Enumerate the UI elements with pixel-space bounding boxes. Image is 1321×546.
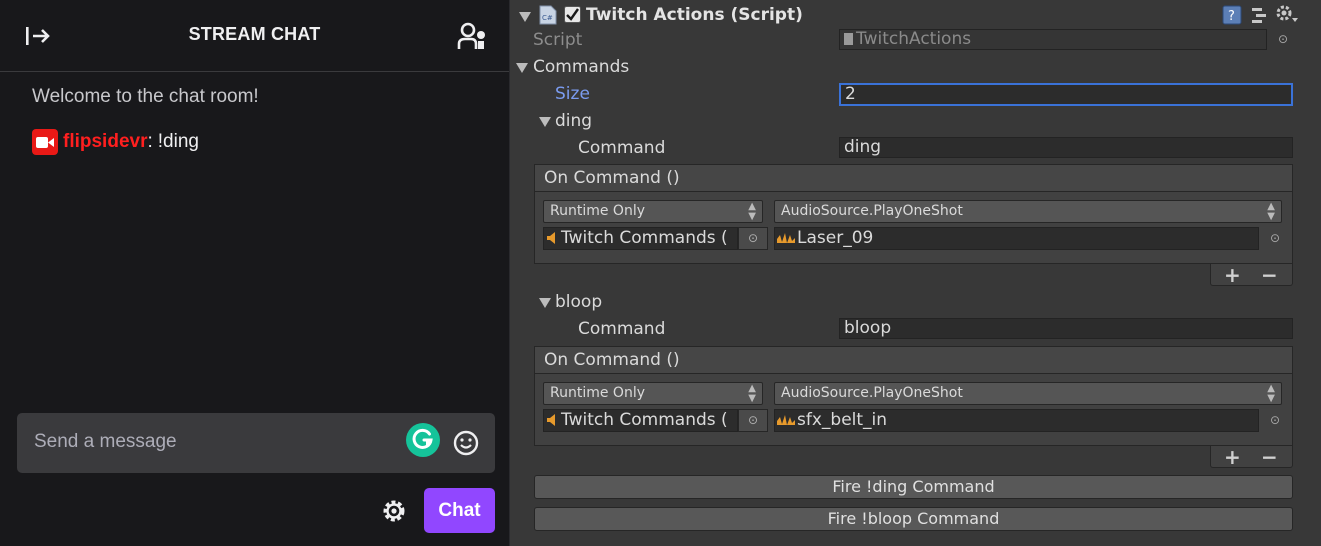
script-field-value: TwitchActions [856,29,972,49]
event-add-remove: + − [1210,263,1293,287]
stream-chat-panel: STREAM CHAT Welcome to the chat room! fl… [0,0,510,546]
chat-title: STREAM CHAT [188,24,321,44]
foldout-component-icon[interactable] [519,12,531,22]
welcome-message: Welcome to the chat room! [32,86,259,107]
runtime-dropdown[interactable]: Runtime Only ▲ ▼ [543,200,763,223]
on-command-event-header: On Command () [534,346,1293,374]
csharp-script-icon: C# [539,5,557,25]
dropdown-arrows-icon: ▲ ▼ [748,383,756,404]
chat-message-text: !ding [157,131,199,152]
unity-inspector: C# Twitch Actions (Script) ? Script Twit… [510,0,1321,546]
argument-object-value: Laser_09 [797,228,874,248]
add-listener-button[interactable]: + [1224,263,1241,287]
runtime-dropdown[interactable]: Runtime Only ▲ ▼ [543,382,763,405]
chat-input[interactable] [34,431,394,453]
command-label: Command [578,138,666,158]
target-object-value: Twitch Commands ( [561,410,728,430]
function-dropdown-value: AudioSource.PlayOneShot [781,385,963,401]
script-file-icon [844,33,853,45]
settings-icon[interactable] [380,497,408,525]
argument-object-picker[interactable]: ⊙ [1270,231,1280,245]
audioclip-icon [777,232,795,243]
script-object-picker[interactable]: ⊙ [1278,32,1288,46]
command-input-ding[interactable]: ding [839,137,1293,158]
on-command-event-body: Runtime Only ▲ ▼ AudioSource.PlayOneShot … [534,374,1293,446]
chat-input-box[interactable] [17,413,495,473]
svg-text:?: ? [1228,9,1235,24]
commands-label[interactable]: Commands [533,57,629,77]
dropdown-arrows-icon: ▲ ▼ [1267,201,1275,222]
argument-object-field[interactable]: sfx_belt_in [774,409,1259,432]
target-object-field[interactable]: Twitch Commands ( [543,409,738,432]
element-bloop-label[interactable]: bloop [555,292,602,312]
foldout-commands-icon[interactable] [516,63,528,73]
command-label: Command [578,319,666,339]
size-label: Size [555,84,590,104]
function-dropdown[interactable]: AudioSource.PlayOneShot ▲ ▼ [774,382,1282,405]
script-label: Script [533,30,583,50]
dropdown-arrows-icon: ▲ ▼ [1267,383,1275,404]
chat-separator: : [147,131,153,152]
foldout-ding-icon[interactable] [539,117,551,127]
chat-header: STREAM CHAT [0,0,509,72]
foldout-bloop-icon[interactable] [539,298,551,308]
preset-icon[interactable] [1250,5,1268,25]
fire-bloop-button[interactable]: Fire !bloop Command [534,507,1293,531]
remove-listener-button[interactable]: − [1261,445,1278,469]
chat-message: flipsidevr : !ding [32,129,199,155]
command-input-bloop[interactable]: bloop [839,318,1293,339]
fire-ding-button[interactable]: Fire !ding Command [534,475,1293,499]
size-input[interactable]: 2 [839,83,1293,106]
runtime-dropdown-value: Runtime Only [550,385,645,401]
grammarly-icon[interactable] [406,423,440,457]
target-object-value: Twitch Commands ( [561,228,728,248]
component-title: Twitch Actions (Script) [586,5,803,25]
event-add-remove: + − [1210,445,1293,469]
function-dropdown-value: AudioSource.PlayOneShot [781,203,963,219]
emote-icon[interactable] [452,429,480,457]
help-icon[interactable]: ? [1222,5,1242,25]
dropdown-arrows-icon: ▲ ▼ [748,201,756,222]
target-object-field[interactable]: Twitch Commands ( [543,227,738,250]
users-icon[interactable] [457,21,489,51]
remove-listener-button[interactable]: − [1261,263,1278,287]
gear-icon[interactable] [1275,4,1299,26]
target-object-picker[interactable]: ⊙ [738,409,768,432]
chat-username[interactable]: flipsidevr [63,131,147,153]
broadcaster-badge-icon[interactable] [32,129,58,155]
on-command-event-header: On Command () [534,164,1293,192]
on-command-event-body: Runtime Only ▲ ▼ AudioSource.PlayOneShot … [534,192,1293,264]
add-listener-button[interactable]: + [1224,445,1241,469]
audiosource-icon [547,414,555,426]
argument-object-value: sfx_belt_in [797,410,888,430]
chat-send-button[interactable]: Chat [424,488,495,533]
target-object-picker[interactable]: ⊙ [738,227,768,250]
element-ding-label[interactable]: ding [555,111,592,131]
audiosource-icon [547,232,555,244]
enabled-checkbox[interactable] [564,6,581,23]
script-field[interactable]: TwitchActions [839,29,1267,50]
runtime-dropdown-value: Runtime Only [550,203,645,219]
svg-text:C#: C# [542,14,553,22]
audioclip-icon [777,414,795,425]
argument-object-picker[interactable]: ⊙ [1270,413,1280,427]
argument-object-field[interactable]: Laser_09 [774,227,1259,250]
function-dropdown[interactable]: AudioSource.PlayOneShot ▲ ▼ [774,200,1282,223]
